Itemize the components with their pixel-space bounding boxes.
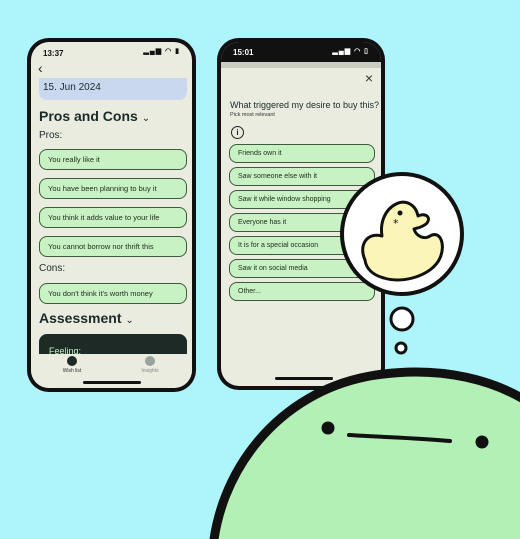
mascot-eye-right (475, 435, 489, 449)
thought-dot-small (394, 341, 408, 355)
svg-text:*: * (393, 217, 399, 230)
mascot-character (209, 367, 520, 539)
mascot-eye-left (321, 421, 335, 435)
thought-dot-medium (389, 306, 415, 332)
mascot-illustration: * (209, 172, 520, 539)
